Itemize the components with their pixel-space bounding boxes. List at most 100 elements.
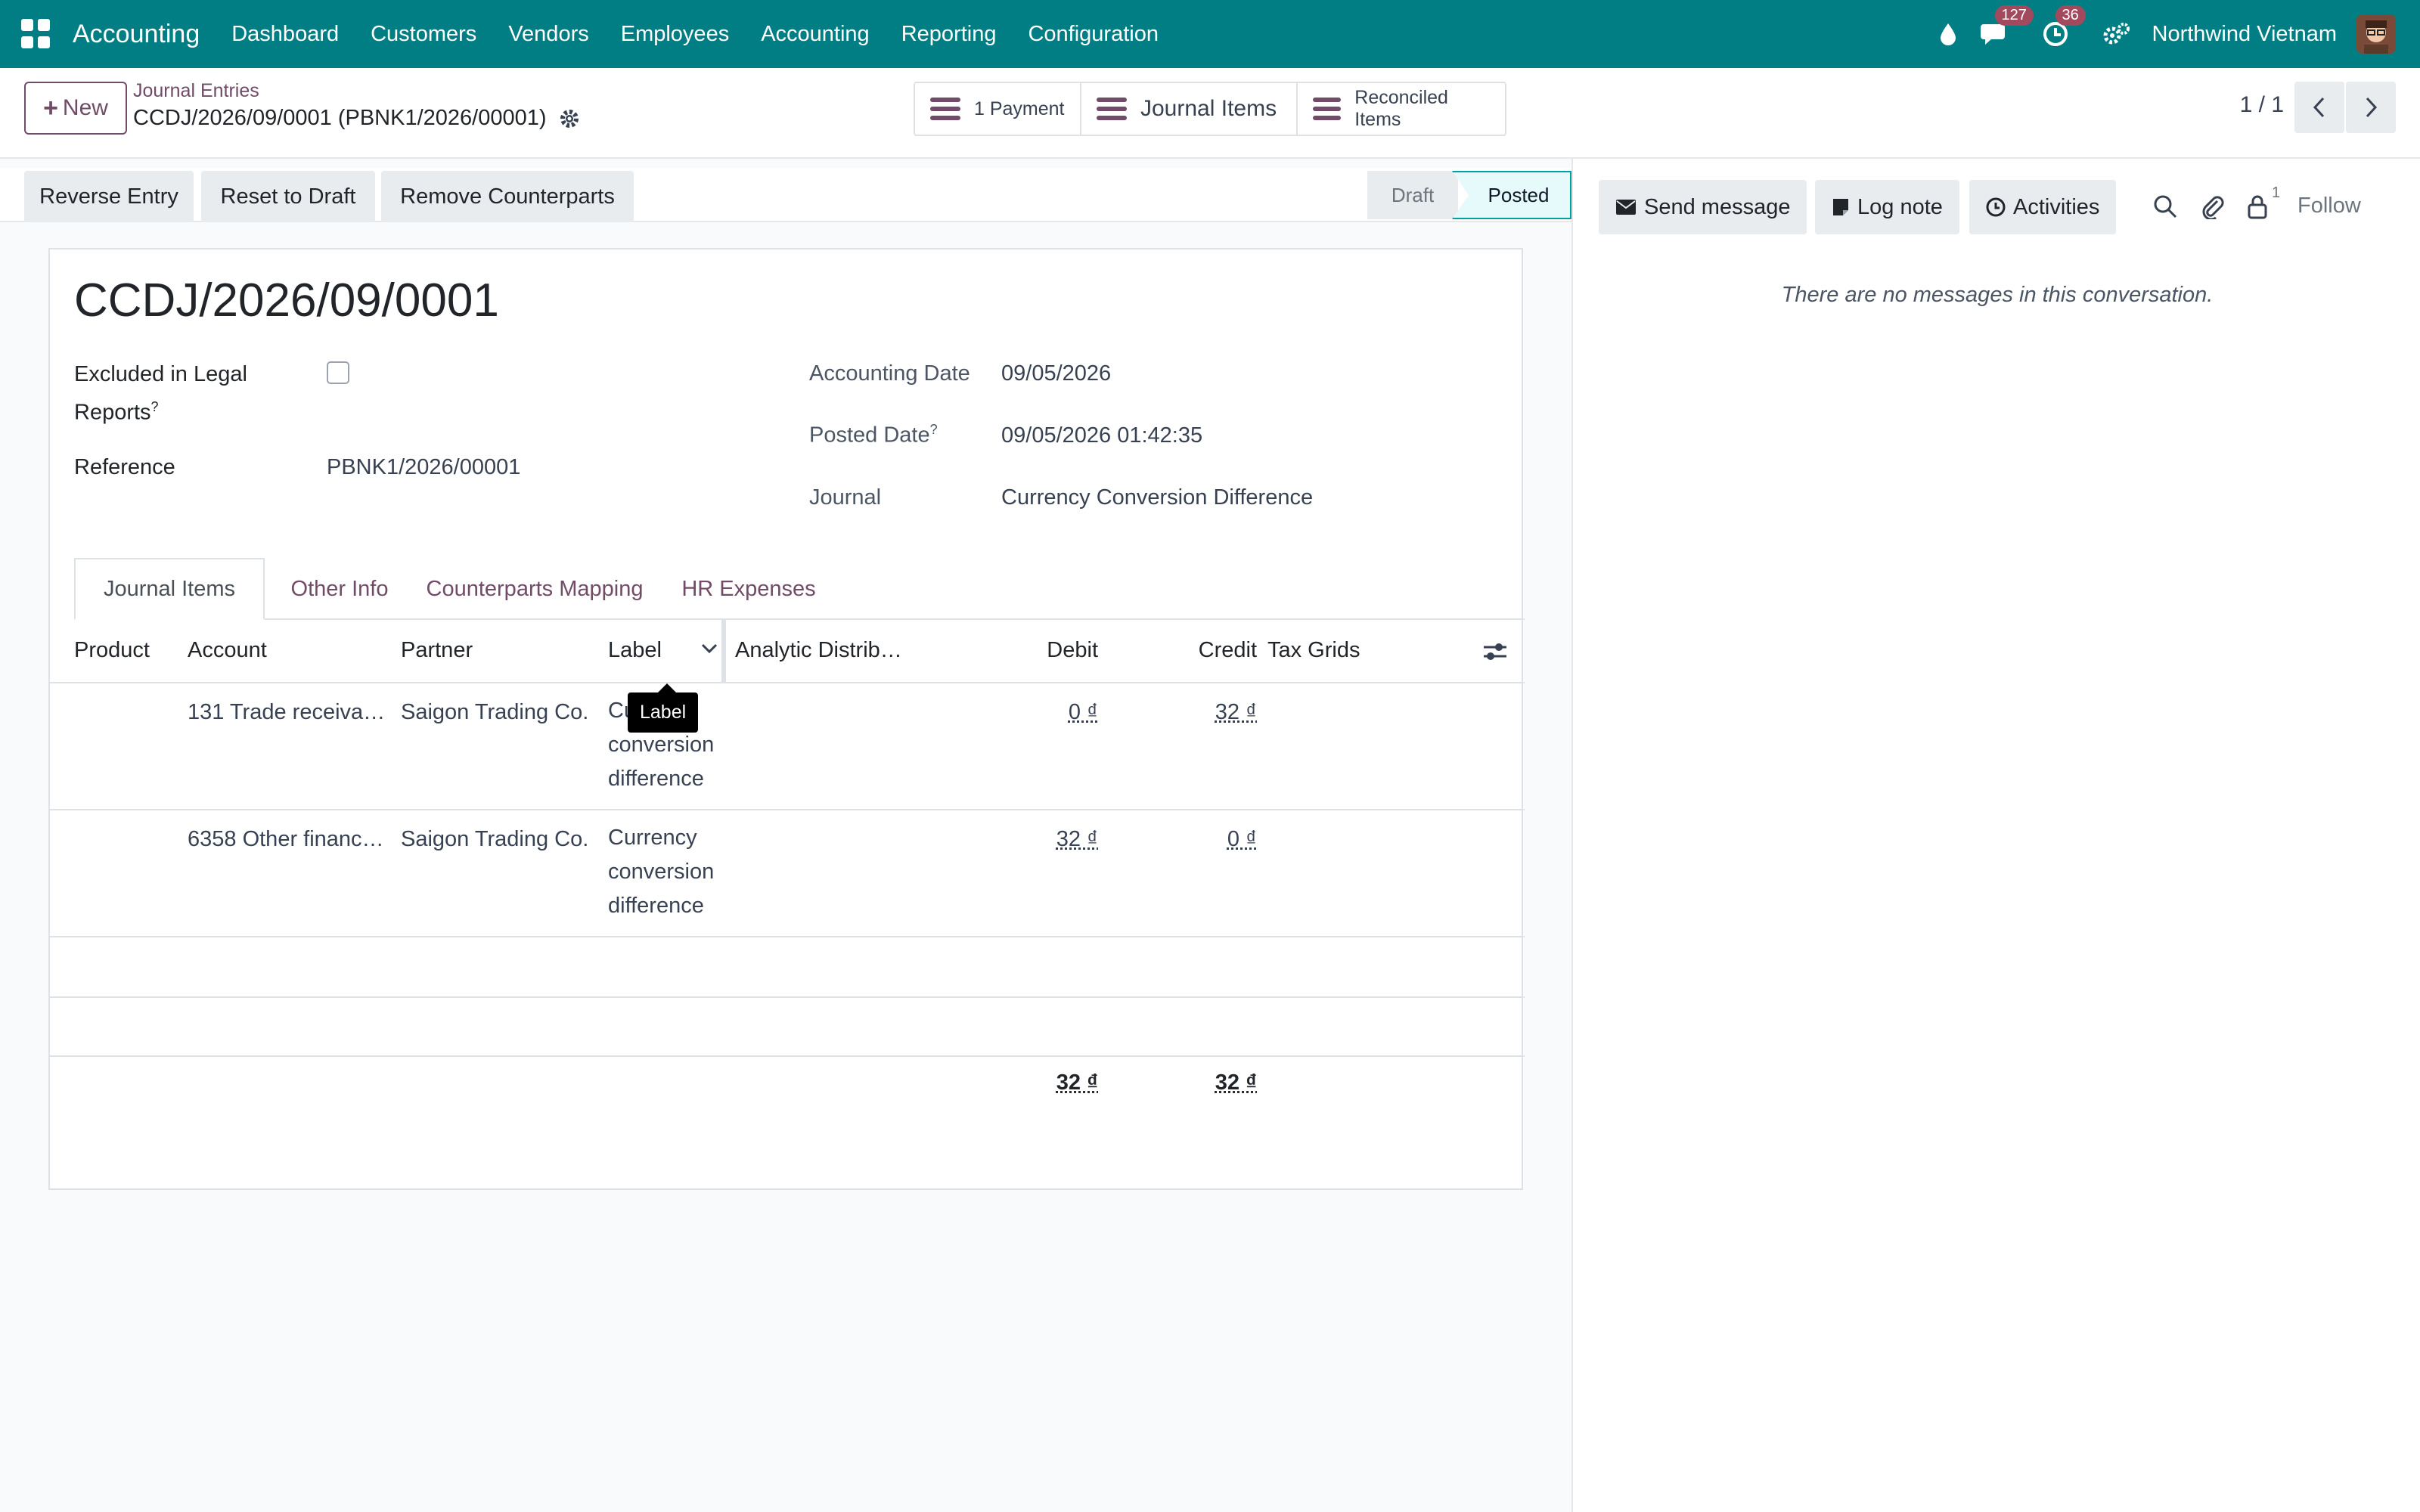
row-credit: 32 ₫	[1143, 700, 1257, 725]
plus-icon: +	[43, 94, 58, 123]
posted-date-value: 09/05/2026 01:42:35	[1001, 423, 1202, 448]
company-switcher[interactable]: Northwind Vietnam	[2152, 22, 2337, 47]
menu-accounting[interactable]: Accounting	[761, 22, 870, 47]
row-account: 131 Trade receiva…	[188, 700, 385, 725]
help-mark: ?	[151, 399, 159, 414]
tab-hr-expenses[interactable]: HR Expenses	[658, 558, 839, 620]
total-debit: 32 ₫	[985, 1070, 1098, 1095]
remove-counterparts-button[interactable]: Remove Counterparts	[381, 171, 634, 222]
row-account: 6358 Other financ…	[188, 827, 384, 852]
apps-icon[interactable]	[21, 19, 51, 49]
menu-customers[interactable]: Customers	[371, 22, 476, 47]
excluded-legal-label: Excluded in Legal Reports?	[74, 358, 293, 429]
journal-items-smart-button[interactable]: Journal Items	[1081, 83, 1298, 135]
status-bar: Reverse Entry Reset to Draft Remove Coun…	[0, 168, 1571, 222]
help-mark: ?	[930, 422, 938, 437]
column-credit[interactable]: Credit	[1143, 638, 1257, 663]
pager-next-button[interactable]	[2346, 82, 2396, 133]
menu-configuration[interactable]: Configuration	[1028, 22, 1159, 47]
stage-posted[interactable]: Posted	[1452, 171, 1571, 219]
messages-badge: 127	[1995, 5, 2034, 26]
smart-buttons: 1 Payment Journal Items Reconciled Items	[914, 82, 1506, 136]
breadcrumb-current: CCDJ/2026/09/0001 (PBNK1/2026/00001)	[133, 106, 580, 131]
user-avatar[interactable]	[2356, 14, 2396, 54]
stage-draft[interactable]: Draft	[1367, 171, 1458, 219]
clock-icon	[1986, 197, 2006, 217]
payment-smart-label: 1 Payment	[974, 98, 1065, 120]
row-partner: Saigon Trading Co.	[401, 700, 588, 725]
note-icon	[1832, 197, 1850, 217]
journal-label: Journal	[809, 485, 881, 510]
chat-icon[interactable]: 127	[1978, 17, 2012, 51]
total-credit: 32 ₫	[1143, 1070, 1257, 1095]
row-partner: Saigon Trading Co.	[401, 827, 588, 852]
list-icon	[1313, 98, 1341, 120]
pager-value[interactable]: 1 / 1	[2240, 92, 2284, 118]
notebook-tabs: Journal Items Other Info Counterparts Ma…	[74, 558, 1525, 620]
column-label[interactable]: Label	[608, 638, 662, 663]
new-button[interactable]: + New	[24, 82, 127, 135]
search-icon[interactable]	[2152, 194, 2180, 221]
tab-journal-items[interactable]: Journal Items	[74, 558, 265, 620]
reference-label: Reference	[74, 455, 175, 480]
log-note-button[interactable]: Log note	[1815, 180, 1959, 234]
settings-icon[interactable]	[2099, 17, 2133, 51]
column-tooltip: Label	[628, 692, 698, 733]
journal-value[interactable]: Currency Conversion Difference	[1001, 485, 1313, 510]
reference-value[interactable]: PBNK1/2026/00001	[327, 455, 520, 480]
tab-other-info[interactable]: Other Info	[268, 558, 411, 620]
empty-row	[50, 937, 1525, 998]
tab-counterparts-mapping[interactable]: Counterparts Mapping	[414, 558, 655, 620]
table-header: Product Account Partner Label Analytic D…	[50, 620, 1525, 683]
posted-date-label-text: Posted Date	[809, 423, 930, 448]
optional-columns-icon[interactable]	[1482, 640, 1508, 668]
reverse-entry-button[interactable]: Reverse Entry	[24, 171, 194, 222]
list-icon	[930, 98, 960, 120]
list-icon	[1097, 98, 1127, 120]
followers-lock-icon[interactable]	[2245, 194, 2272, 221]
row-credit-value: 32 ₫	[1215, 700, 1257, 724]
excluded-legal-label-text: Excluded in Legal Reports	[74, 362, 247, 425]
clock-icon[interactable]: 36	[2039, 17, 2072, 51]
menu-vendors[interactable]: Vendors	[508, 22, 588, 47]
menu-employees[interactable]: Employees	[621, 22, 729, 47]
send-message-button[interactable]: Send message	[1599, 180, 1807, 234]
accounting-date-value[interactable]: 09/05/2026	[1001, 361, 1111, 386]
pager-previous-button[interactable]	[2294, 82, 2344, 133]
column-partner[interactable]: Partner	[401, 638, 473, 663]
app-name[interactable]: Accounting	[73, 20, 200, 49]
column-tax-grids[interactable]: Tax Grids	[1267, 638, 1360, 663]
accounting-date-label: Accounting Date	[809, 361, 970, 386]
activities-button[interactable]: Activities	[1969, 180, 2116, 234]
empty-conversation-text: There are no messages in this conversati…	[1573, 283, 2420, 308]
column-account[interactable]: Account	[188, 638, 267, 663]
reconciled-items-smart-button[interactable]: Reconciled Items	[1298, 83, 1505, 135]
top-navbar: Accounting Dashboard Customers Vendors E…	[0, 0, 2420, 68]
total-debit-value: 32 ₫	[1056, 1070, 1098, 1095]
reconciled-items-smart-label: Reconciled Items	[1354, 87, 1490, 131]
follow-button[interactable]: Follow	[2297, 194, 2361, 218]
row-debit-value: 0 ₫	[1069, 700, 1098, 724]
excluded-legal-checkbox[interactable]	[327, 361, 349, 384]
reset-to-draft-button[interactable]: Reset to Draft	[201, 171, 375, 222]
column-debit[interactable]: Debit	[985, 638, 1098, 663]
activities-label: Activities	[2013, 195, 2099, 220]
column-product[interactable]: Product	[74, 638, 150, 663]
activities-badge: 36	[2055, 5, 2086, 26]
breadcrumb-parent[interactable]: Journal Entries	[133, 80, 259, 102]
menu-dashboard[interactable]: Dashboard	[231, 22, 339, 47]
empty-row	[50, 998, 1525, 1057]
posted-date-label: Posted Date?	[809, 422, 938, 448]
table-row[interactable]: 131 Trade receiva… Saigon Trading Co. Cu…	[50, 683, 1525, 810]
row-debit-value: 32 ₫	[1056, 827, 1098, 851]
table-row[interactable]: 6358 Other financ… Saigon Trading Co. Cu…	[50, 810, 1525, 937]
gear-icon[interactable]	[559, 108, 580, 129]
chevron-down-icon[interactable]	[700, 641, 718, 660]
menu-reporting[interactable]: Reporting	[901, 22, 997, 47]
column-analytic[interactable]: Analytic Distrib…	[735, 638, 902, 663]
droplet-icon[interactable]	[1931, 17, 1965, 51]
paperclip-icon[interactable]	[2199, 194, 2226, 221]
payment-smart-button[interactable]: 1 Payment	[915, 83, 1081, 135]
breadcrumb-current-label: CCDJ/2026/09/0001 (PBNK1/2026/00001)	[133, 106, 547, 131]
column-resize-handle[interactable]	[721, 620, 726, 683]
